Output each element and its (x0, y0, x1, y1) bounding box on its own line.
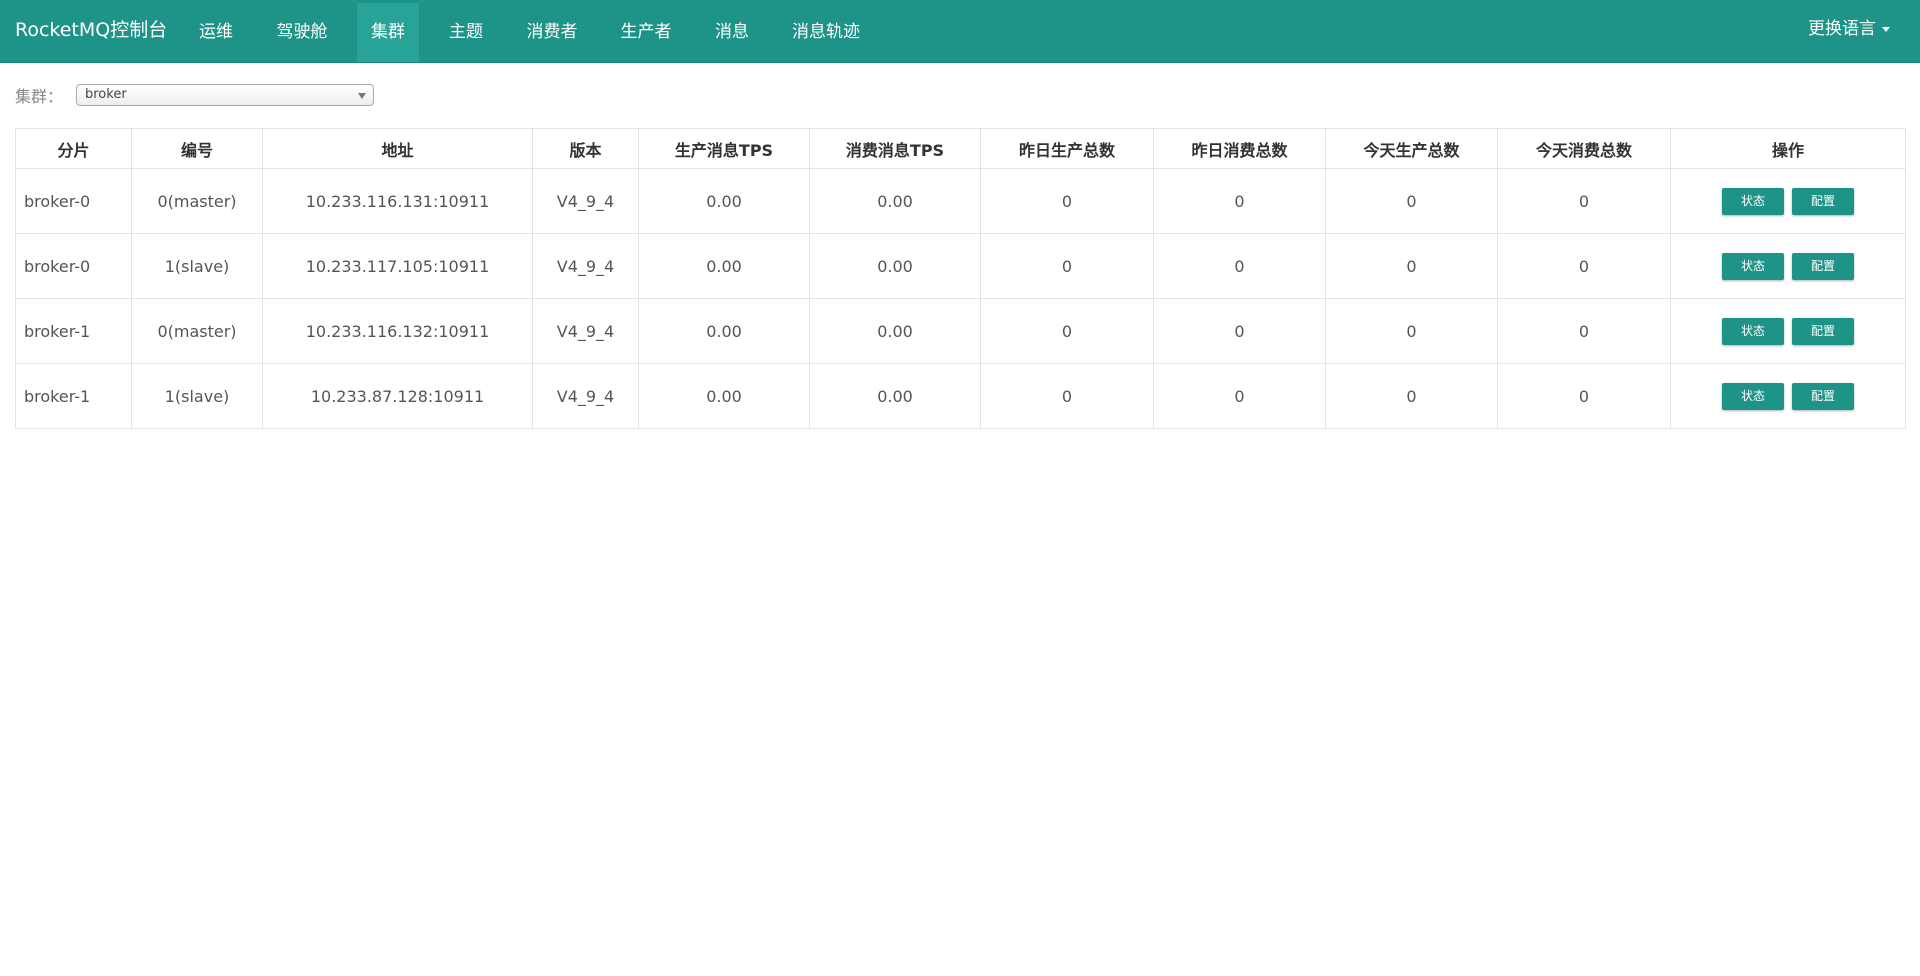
nav-item-message[interactable]: 消息 (701, 3, 763, 62)
header-shard: 分片 (15, 128, 132, 169)
table-row: broker-1 0(master) 10.233.116.132:10911 … (15, 298, 1906, 364)
cell-shard: broker-0 (15, 168, 132, 234)
header-address: 地址 (262, 128, 533, 169)
cell-today-consume: 0 (1497, 363, 1671, 429)
header-today-consume: 今天消费总数 (1497, 128, 1671, 169)
language-label: 更换语言 (1808, 19, 1876, 39)
nav-item-ops[interactable]: 运维 (187, 3, 245, 62)
cell-version: V4_9_4 (532, 298, 639, 364)
cell-yesterday-consume: 0 (1153, 233, 1326, 299)
nav-item-consumer[interactable]: 消费者 (514, 3, 590, 62)
config-button[interactable]: 配置 (1792, 382, 1854, 410)
cell-shard: broker-1 (15, 363, 132, 429)
cell-consume-tps: 0.00 (809, 298, 981, 364)
status-button[interactable]: 状态 (1722, 252, 1784, 280)
cell-shard: broker-1 (15, 298, 132, 364)
header-yesterday-consume: 昨日消费总数 (1153, 128, 1326, 169)
cell-today-consume: 0 (1497, 168, 1671, 234)
nav-item-message-trace[interactable]: 消息轨迹 (780, 3, 872, 62)
cell-id: 0(master) (131, 298, 263, 364)
cell-version: V4_9_4 (532, 233, 639, 299)
broker-table: 分片 编号 地址 版本 生产消息TPS 消费消息TPS 昨日生产总数 昨日消费总… (15, 128, 1906, 429)
status-button[interactable]: 状态 (1722, 382, 1784, 410)
cell-yesterday-produce: 0 (980, 363, 1154, 429)
nav-item-cluster[interactable]: 集群 (357, 3, 419, 62)
cell-address: 10.233.116.132:10911 (262, 298, 533, 364)
nav-item-producer[interactable]: 生产者 (608, 3, 684, 62)
caret-down-icon (1882, 26, 1890, 32)
cell-yesterday-consume: 0 (1153, 168, 1326, 234)
language-dropdown[interactable]: 更换语言 (1808, 0, 1890, 62)
cell-today-produce: 0 (1325, 233, 1498, 299)
cell-yesterday-consume: 0 (1153, 298, 1326, 364)
cell-produce-tps: 0.00 (638, 363, 810, 429)
cluster-select-value: broker (85, 87, 127, 102)
table-row: broker-1 1(slave) 10.233.87.128:10911 V4… (15, 363, 1906, 429)
status-button[interactable]: 状态 (1722, 317, 1784, 345)
table-header-row: 分片 编号 地址 版本 生产消息TPS 消费消息TPS 昨日生产总数 昨日消费总… (15, 128, 1906, 169)
header-actions: 操作 (1670, 128, 1906, 169)
cell-id: 1(slave) (131, 363, 263, 429)
cell-consume-tps: 0.00 (809, 363, 981, 429)
nav-item-dashboard[interactable]: 驾驶舱 (265, 3, 339, 62)
cell-today-consume: 0 (1497, 233, 1671, 299)
cell-address: 10.233.87.128:10911 (262, 363, 533, 429)
cell-consume-tps: 0.00 (809, 168, 981, 234)
cell-yesterday-produce: 0 (980, 298, 1154, 364)
top-navbar: RocketMQ控制台 运维 驾驶舱 集群 主题 消费者 生产者 消息 消息轨迹… (0, 0, 1920, 63)
config-button[interactable]: 配置 (1792, 187, 1854, 215)
chevron-down-icon (358, 93, 366, 99)
cell-version: V4_9_4 (532, 363, 639, 429)
cell-produce-tps: 0.00 (638, 298, 810, 364)
cell-yesterday-produce: 0 (980, 168, 1154, 234)
cell-produce-tps: 0.00 (638, 233, 810, 299)
cluster-filter-label: 集群： (15, 87, 64, 106)
header-yesterday-produce: 昨日生产总数 (980, 128, 1154, 169)
status-button[interactable]: 状态 (1722, 187, 1784, 215)
cell-today-consume: 0 (1497, 298, 1671, 364)
cell-actions: 状态 配置 (1670, 298, 1906, 364)
table-row: broker-0 1(slave) 10.233.117.105:10911 V… (15, 233, 1906, 299)
cell-address: 10.233.117.105:10911 (262, 233, 533, 299)
cell-produce-tps: 0.00 (638, 168, 810, 234)
nav-item-topic[interactable]: 主题 (436, 3, 496, 62)
cell-id: 1(slave) (131, 233, 263, 299)
cell-yesterday-consume: 0 (1153, 363, 1326, 429)
cell-today-produce: 0 (1325, 298, 1498, 364)
table-row: broker-0 0(master) 10.233.116.131:10911 … (15, 168, 1906, 234)
config-button[interactable]: 配置 (1792, 252, 1854, 280)
cell-actions: 状态 配置 (1670, 168, 1906, 234)
cell-id: 0(master) (131, 168, 263, 234)
header-id: 编号 (131, 128, 263, 169)
header-version: 版本 (532, 128, 639, 169)
header-today-produce: 今天生产总数 (1325, 128, 1498, 169)
cell-today-produce: 0 (1325, 363, 1498, 429)
header-consume-tps: 消费消息TPS (809, 128, 981, 169)
cell-yesterday-produce: 0 (980, 233, 1154, 299)
cell-address: 10.233.116.131:10911 (262, 168, 533, 234)
cell-shard: broker-0 (15, 233, 132, 299)
cell-consume-tps: 0.00 (809, 233, 981, 299)
cell-today-produce: 0 (1325, 168, 1498, 234)
cell-version: V4_9_4 (532, 168, 639, 234)
cell-actions: 状态 配置 (1670, 233, 1906, 299)
header-produce-tps: 生产消息TPS (638, 128, 810, 169)
cell-actions: 状态 配置 (1670, 363, 1906, 429)
cluster-select[interactable]: broker (76, 84, 374, 106)
config-button[interactable]: 配置 (1792, 317, 1854, 345)
brand-title[interactable]: RocketMQ控制台 (15, 0, 167, 62)
